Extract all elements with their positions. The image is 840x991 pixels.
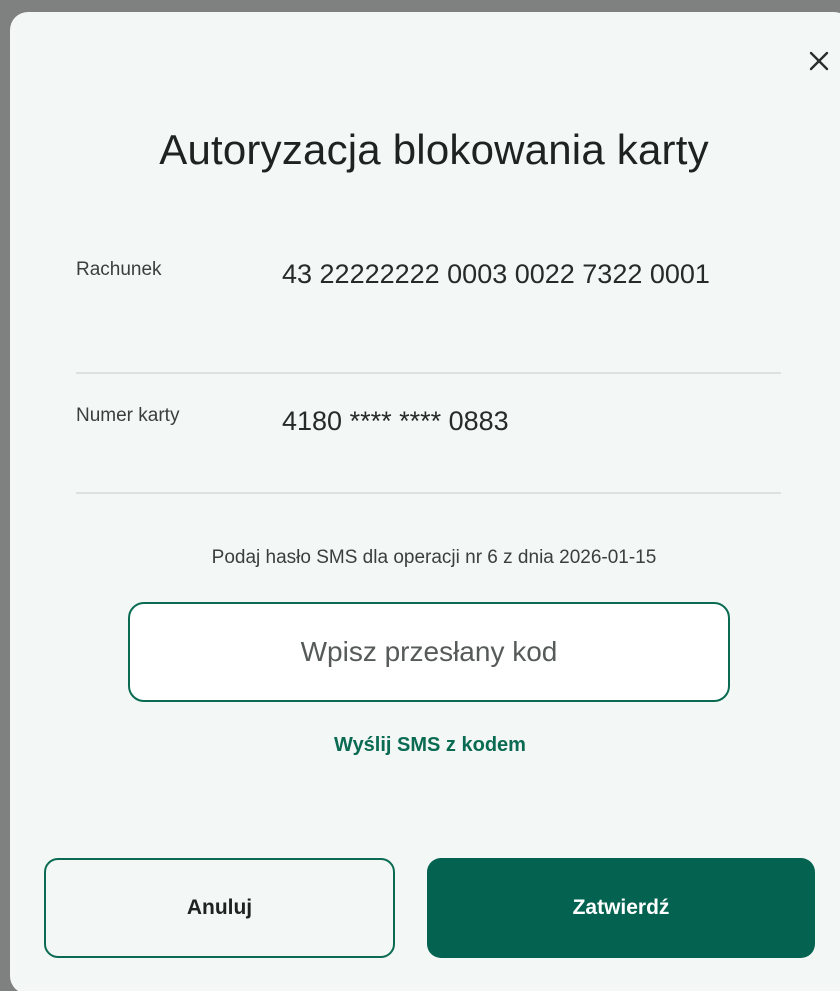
- close-button[interactable]: [801, 43, 837, 79]
- sms-code-input[interactable]: [128, 602, 730, 702]
- cancel-button[interactable]: Anuluj: [44, 858, 395, 958]
- confirm-button-label: Zatwierdź: [572, 896, 670, 919]
- card-number: 4180 **** **** 0883: [282, 406, 509, 436]
- card-number-label: Numer karty: [76, 405, 180, 426]
- divider: [76, 372, 781, 374]
- send-sms-link[interactable]: Wyślij SMS z kodem: [10, 734, 840, 757]
- close-icon: [809, 51, 829, 71]
- cancel-button-label: Anuluj: [186, 896, 253, 919]
- dialog-title: Autoryzacja blokowania karty: [159, 126, 709, 173]
- account-number: 43 22222222 0003 0022 7322 0001: [282, 259, 710, 289]
- sms-instruction: Podaj hasło SMS dla operacji nr 6 z dnia…: [211, 547, 657, 568]
- confirm-button[interactable]: Zatwierdź: [427, 858, 815, 958]
- account-label: Rachunek: [76, 259, 162, 280]
- block-card-auth-dialog: Autoryzacja blokowania karty Rachunek 43…: [10, 12, 840, 991]
- divider: [76, 492, 781, 494]
